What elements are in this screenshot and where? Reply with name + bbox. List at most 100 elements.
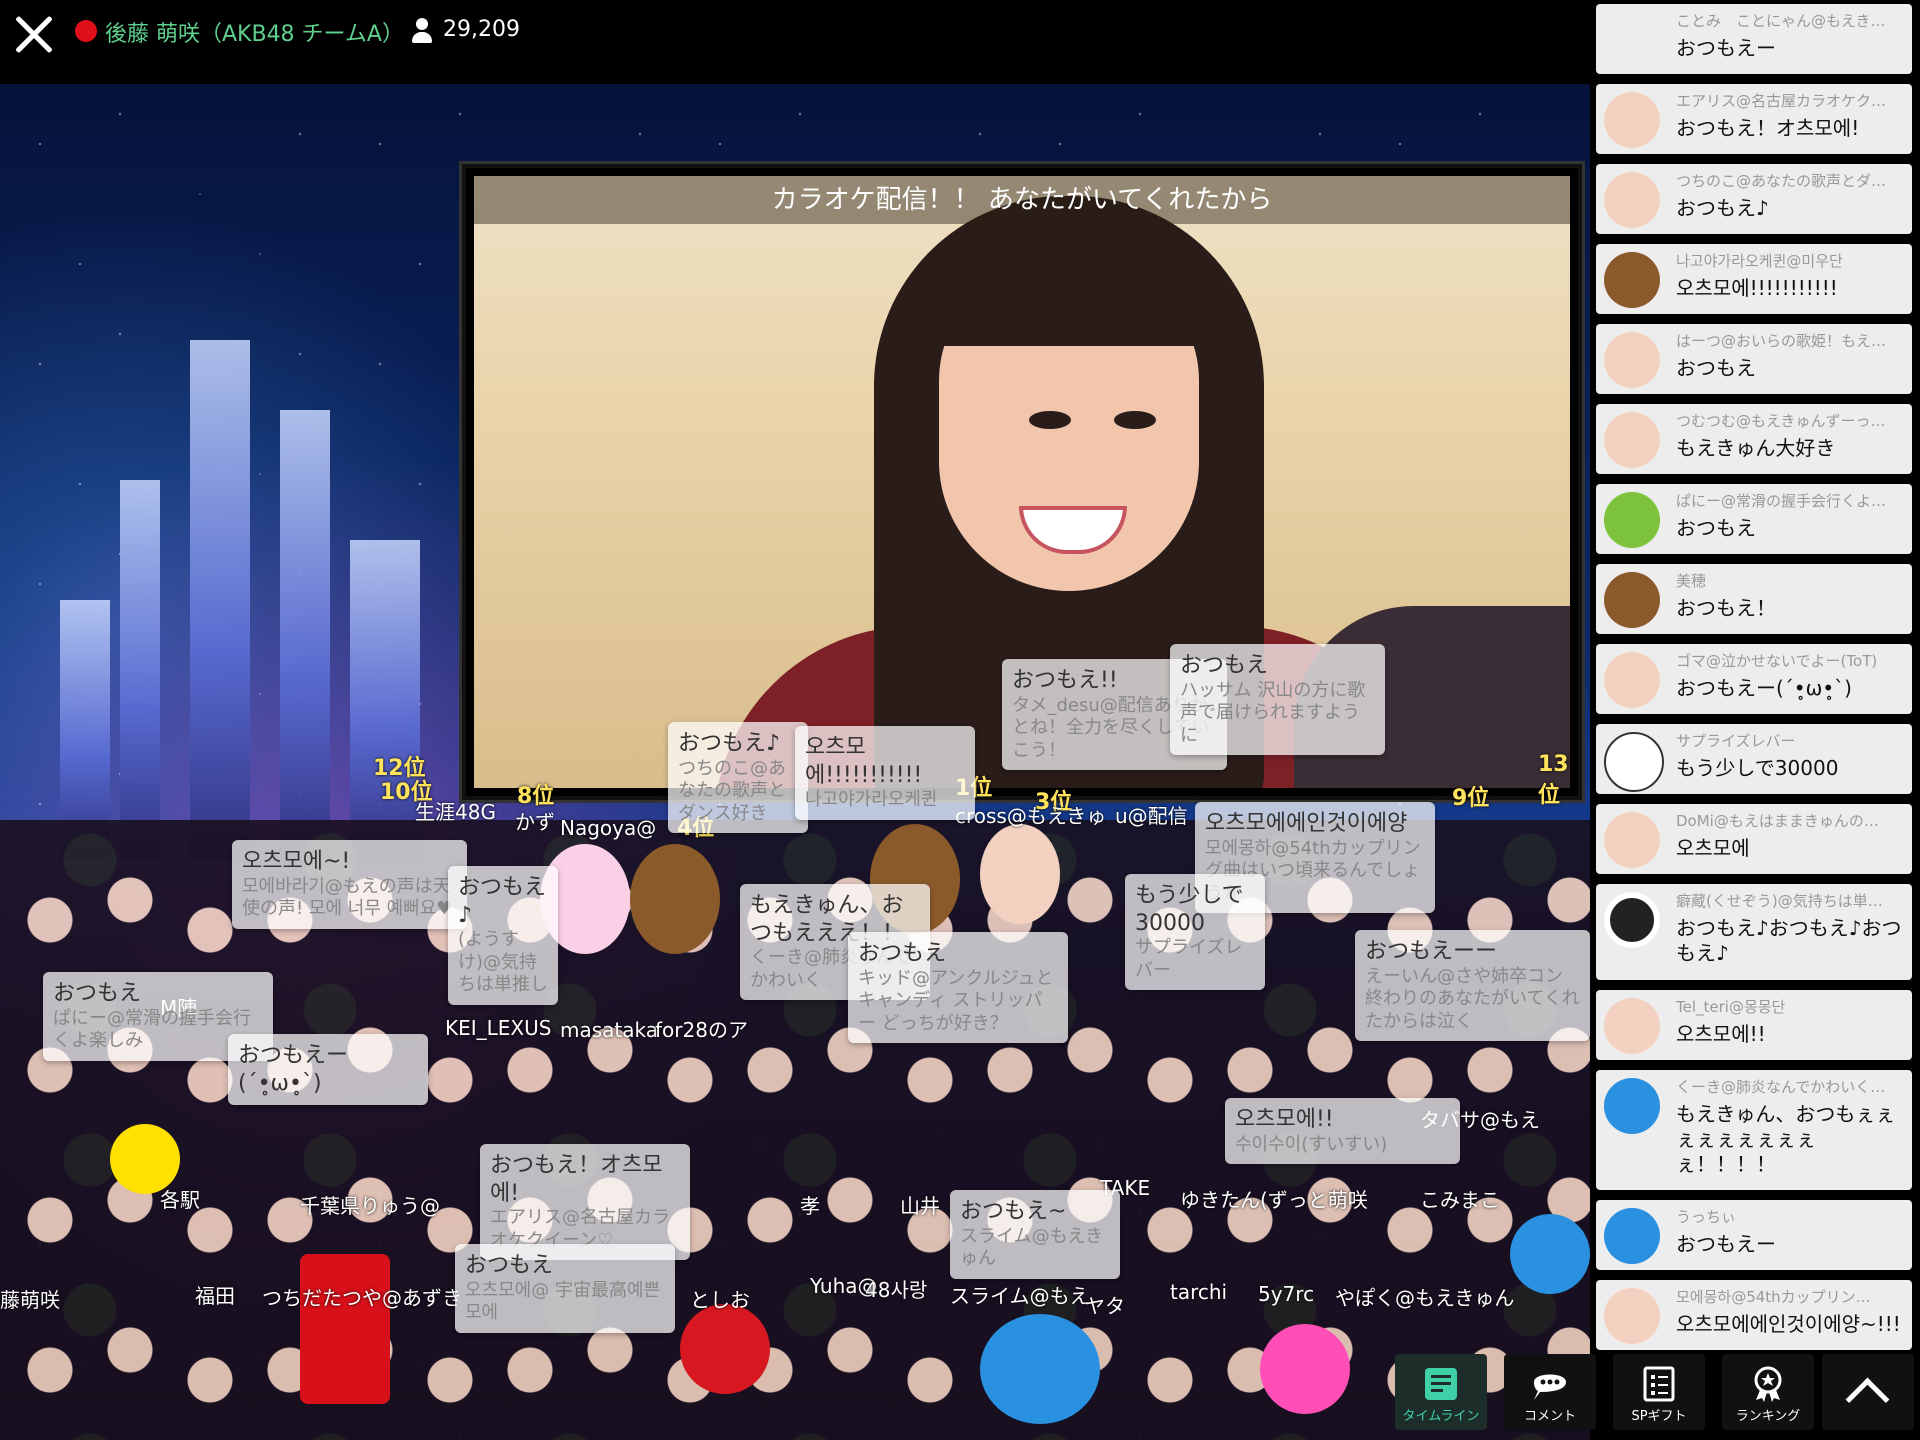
close-icon[interactable]	[12, 12, 56, 56]
feed-item[interactable]: Tel_teri@몽몽단 오츠모에!!	[1596, 990, 1912, 1060]
video-person-eye	[1029, 411, 1071, 429]
feed-item[interactable]: はーつ@おいらの歌姫！もえ… おつもえ	[1596, 324, 1912, 394]
avatar-sprite	[1260, 1324, 1350, 1414]
floating-comment: おつもえ~ スライム@もえきゅん	[950, 1190, 1120, 1279]
feed-item[interactable]: つちのこ@あなたの歌声とダ… おつもえ♪	[1596, 164, 1912, 234]
floating-comment: おつもえ♪ つちのこ@あなたの歌声とダンス好き	[668, 722, 808, 833]
feed-item-text: おつもえ！	[1676, 596, 1776, 620]
avatar-sprite	[630, 844, 720, 954]
feed-item[interactable]: 美穂 おつもえ！	[1596, 564, 1912, 634]
feed-item-text: もう少しで30000	[1676, 756, 1839, 780]
floating-comment: 오츠모에~! 모에바라기@もえの声は天使の声! 모에 너무 예뻐요♥	[232, 840, 467, 929]
user-label: cross@もえきゅ	[955, 804, 1107, 828]
floating-comment: 오츠모에!! 수이수이(すいすい)	[1225, 1098, 1460, 1164]
user-label: for28のア	[655, 1018, 748, 1042]
rank-label: 9位	[1452, 786, 1490, 811]
feed-item[interactable]: ことみ ことにゃん@もえき… おつもえー	[1596, 4, 1912, 74]
user-label: やぽく@もえきゅん	[1335, 1286, 1515, 1310]
video-person-bangs	[929, 236, 1209, 346]
feed-item[interactable]: 모에몽하@54thカップリン… 오츠모에에인것이에양~!!!	[1596, 1280, 1912, 1350]
user-label: スライム@もえ	[950, 1284, 1090, 1308]
spgift-icon	[1643, 1366, 1675, 1402]
feed-item[interactable]: 癖蔵(くせぞう)@気持ちは単… おつもえ♪おつもえ♪おつもえ♪	[1596, 884, 1912, 980]
feed-item[interactable]: つむつむ@もえきゅんずーっ… もえきゅん大好き	[1596, 404, 1912, 474]
tab-timeline-label: タイムライン	[1402, 1409, 1480, 1424]
feed-item-text: おつもえ！オ츠모에!	[1676, 116, 1860, 140]
video-person-eye	[1114, 411, 1156, 429]
tab-comment[interactable]: コメント	[1504, 1354, 1596, 1430]
avatar-sprite	[1510, 1214, 1590, 1294]
user-label: つちだたつや@あずき	[262, 1286, 462, 1310]
feed-item[interactable]: 나고야가라오케퀸@미우단 오츠모에!!!!!!!!!!!	[1596, 244, 1912, 314]
feed-item-name: つちのこ@あなたの歌声とダ…	[1676, 172, 1887, 190]
user-label: 生涯48G	[415, 800, 496, 824]
feed-item-name: 모에몽하@54thカップリン…	[1676, 1288, 1871, 1306]
city-building	[190, 340, 250, 860]
tab-spgift[interactable]: SPギフト	[1613, 1354, 1705, 1430]
viewer-icon	[410, 18, 434, 44]
user-label: Nagoya@	[560, 816, 657, 840]
cat-avatar-icon	[1604, 732, 1664, 792]
city-building	[120, 480, 160, 860]
feed-item-text: おつもえ	[1676, 516, 1756, 540]
streamer-name[interactable]: 後藤 萌咲（AKB48 チームA）	[105, 16, 404, 48]
viewer-count: 29,209	[443, 17, 520, 42]
feed-item-name: ぱにー@常滑の握手会行くよ…	[1676, 492, 1887, 510]
tab-timeline[interactable]: タイムライン	[1395, 1354, 1487, 1430]
feed-item-text: 오츠모에!!!!!!!!!!!	[1676, 276, 1838, 300]
feed-item-name: 美穂	[1676, 572, 1707, 590]
lion-avatar-icon	[1604, 492, 1660, 548]
user-label: 山井	[900, 1194, 940, 1218]
moe-girl-avatar-icon	[1604, 652, 1660, 708]
tab-comment-label: コメント	[1523, 1409, 1576, 1424]
user-label: としお	[690, 1288, 750, 1312]
feed-item[interactable]: ゴマ@泣かせないでよー(ToT) おつもえー(´•̥ω•̥`)	[1596, 644, 1912, 714]
moe-girl-avatar-icon	[1604, 332, 1660, 388]
blue-mascot-avatar-icon	[1604, 1078, 1660, 1134]
video-title: カラオケ配信！！ あなたがいてくれたから	[474, 176, 1570, 224]
floating-comment: もう少しで30000 サプライズレバー	[1125, 874, 1265, 990]
user-label: ゆきたん(ずっと萌咲	[1180, 1188, 1368, 1212]
moe-girl-avatar-icon	[1604, 812, 1660, 868]
rank-label: 13位	[1538, 752, 1569, 808]
feed-item[interactable]: うっちぃ おつもえー	[1596, 1200, 1912, 1270]
user-label: 48사랑	[865, 1278, 928, 1302]
feed-item-name: サプライズレバー	[1676, 732, 1796, 750]
comment-feed[interactable]: ことみ ことにゃん@もえき… おつもえー エアリス@名古屋カラオケク… おつもえ…	[1596, 0, 1920, 1440]
feed-item[interactable]: ぱにー@常滑の握手会行くよ… おつもえ	[1596, 484, 1912, 554]
live-indicator-icon	[75, 20, 97, 42]
feed-item[interactable]: エアリス@名古屋カラオケク… おつもえ！オ츠모에!	[1596, 84, 1912, 154]
moe-girl-avatar-icon	[1604, 998, 1660, 1054]
floating-comment: おつもえ キッド@アンクルジュとキャンディ ストリッパー どっちが好き？	[848, 932, 1068, 1043]
pocky-sprite	[300, 1254, 390, 1404]
floating-comment: おつもえ！オ츠모에! エアリス@名古屋カラオケクイーン♡	[480, 1144, 690, 1260]
feed-item-text: もえきゅん大好き	[1676, 436, 1836, 460]
feed-item-name: Tel_teri@몽몽단	[1676, 998, 1786, 1016]
feed-item-text: おつもえ♪おつもえ♪おつもえ♪	[1676, 916, 1902, 965]
scroll-top-button[interactable]	[1822, 1354, 1914, 1430]
floating-comment: おつもえ ハッサム 沢山の方に歌声で届けられますように	[1170, 644, 1385, 755]
live-stage: カラオケ配信！！ あなたがいてくれたから 12位 10位 8位 4位 1位 3位…	[0, 84, 1590, 1440]
user-label: かず	[515, 810, 555, 834]
tab-ranking[interactable]: ランキング	[1722, 1354, 1814, 1430]
user-label: KEI_LEXUS	[445, 1016, 552, 1040]
feed-item-text: 오츠모에	[1676, 836, 1750, 860]
feed-item-text: もえきゅん、おつもぇぇぇぇぇぇぇぇぇぇ！！！！	[1676, 1102, 1896, 1176]
feed-item[interactable]: くーき@肺炎なんでかわいく… もえきゅん、おつもぇぇぇぇぇぇぇぇぇぇ！！！！	[1596, 1070, 1912, 1190]
feed-item-text: 오츠모에!!	[1676, 1022, 1766, 1046]
user-label: 5y7rc	[1258, 1282, 1315, 1306]
feed-item[interactable]: DoMi@もえはままきゅんの… 오츠모에	[1596, 804, 1912, 874]
avatar-sprite	[980, 824, 1060, 924]
feed-item-name: ことみ ことにゃん@もえき…	[1676, 12, 1886, 30]
panda-avatar-icon	[1604, 892, 1660, 948]
moe-girl-avatar-icon	[1604, 412, 1660, 468]
city-building	[350, 540, 420, 860]
feed-item[interactable]: サプライズレバー もう少しで30000	[1596, 724, 1912, 794]
comment-icon	[1534, 1374, 1566, 1400]
floating-comment: おつもえー(´•̥ω•̥`)	[228, 1034, 428, 1105]
feed-item-text: 오츠모에에인것이에양~!!!	[1676, 1312, 1901, 1336]
user-label: 藤萌咲	[0, 1288, 60, 1312]
feed-item-name: つむつむ@もえきゅんずーっ…	[1676, 412, 1886, 430]
tab-spgift-label: SPギフト	[1631, 1409, 1687, 1424]
user-label: u@配信	[1115, 804, 1188, 828]
